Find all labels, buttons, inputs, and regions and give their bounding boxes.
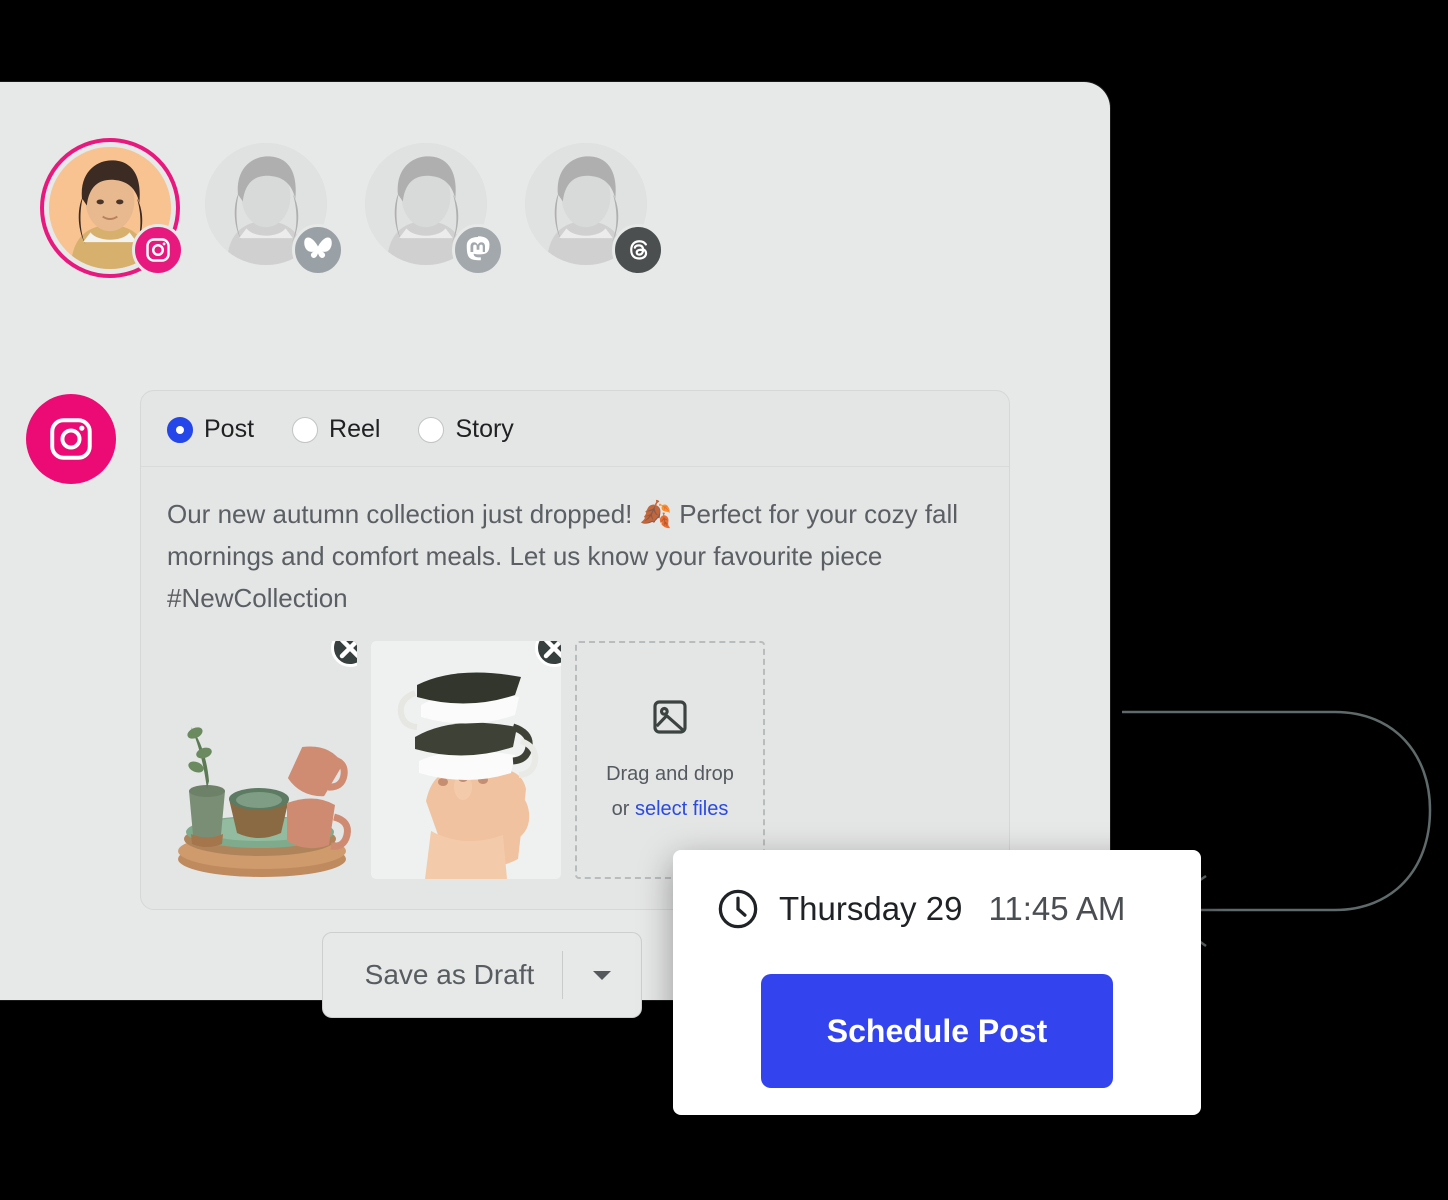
select-files-link[interactable]: select files	[635, 798, 728, 820]
threads-icon	[612, 224, 664, 276]
dropzone-or-text: or	[612, 798, 635, 820]
media-image-2	[371, 641, 561, 879]
radio-reel-label: Reel	[329, 415, 380, 444]
save-as-draft-button[interactable]: Save as Draft	[322, 932, 642, 1018]
radio-post[interactable]: Post	[167, 415, 254, 444]
account-instagram[interactable]	[40, 138, 180, 278]
media-image-1	[167, 641, 357, 879]
account-mastodon[interactable]	[360, 138, 500, 278]
account-selector	[40, 138, 660, 278]
media-thumb[interactable]	[167, 641, 357, 879]
close-icon	[334, 641, 357, 664]
remove-media-button[interactable]	[331, 641, 357, 667]
caption-input[interactable]: Our new autumn collection just dropped! …	[167, 493, 979, 619]
media-thumb[interactable]	[371, 641, 561, 879]
radio-reel-mark	[292, 417, 318, 443]
radio-story-mark	[418, 417, 444, 443]
post-composer: Post Reel Story Our new autumn collectio…	[140, 390, 1010, 910]
account-threads[interactable]	[520, 138, 660, 278]
clock-icon	[715, 886, 761, 932]
account-bluesky[interactable]	[200, 138, 340, 278]
mastodon-icon	[452, 224, 504, 276]
chevron-down-icon	[591, 968, 613, 982]
schedule-date: Thursday 29	[779, 890, 962, 928]
save-as-draft-dropdown-toggle[interactable]	[563, 968, 641, 982]
close-icon	[538, 641, 561, 664]
schedule-time: 11:45 AM	[988, 890, 1125, 928]
dropzone-secondary-text: or select files	[612, 795, 729, 824]
radio-post-label: Post	[204, 415, 254, 444]
instagram-icon	[132, 224, 184, 276]
radio-reel[interactable]: Reel	[292, 415, 380, 444]
composer-platform-instagram-icon	[26, 394, 116, 484]
remove-media-button[interactable]	[535, 641, 561, 667]
radio-story[interactable]: Story	[418, 415, 513, 444]
media-dropzone[interactable]: Drag and drop or select files	[575, 641, 765, 879]
screenshot-root: Post Reel Story Our new autumn collectio…	[0, 0, 1448, 1200]
schedule-post-button[interactable]: Schedule Post	[761, 974, 1113, 1088]
butterfly-icon	[292, 224, 344, 276]
schedule-datetime[interactable]: Thursday 29 11:45 AM	[673, 850, 1201, 932]
radio-story-label: Story	[455, 415, 513, 444]
image-icon	[650, 697, 690, 742]
save-as-draft-label: Save as Draft	[323, 959, 562, 991]
caption-area: Our new autumn collection just dropped! …	[141, 467, 1009, 619]
schedule-popover: Thursday 29 11:45 AM Schedule Post	[673, 850, 1201, 1115]
dropzone-primary-text: Drag and drop	[606, 760, 734, 789]
post-type-radio-group: Post Reel Story	[141, 391, 1009, 467]
radio-post-mark	[167, 417, 193, 443]
